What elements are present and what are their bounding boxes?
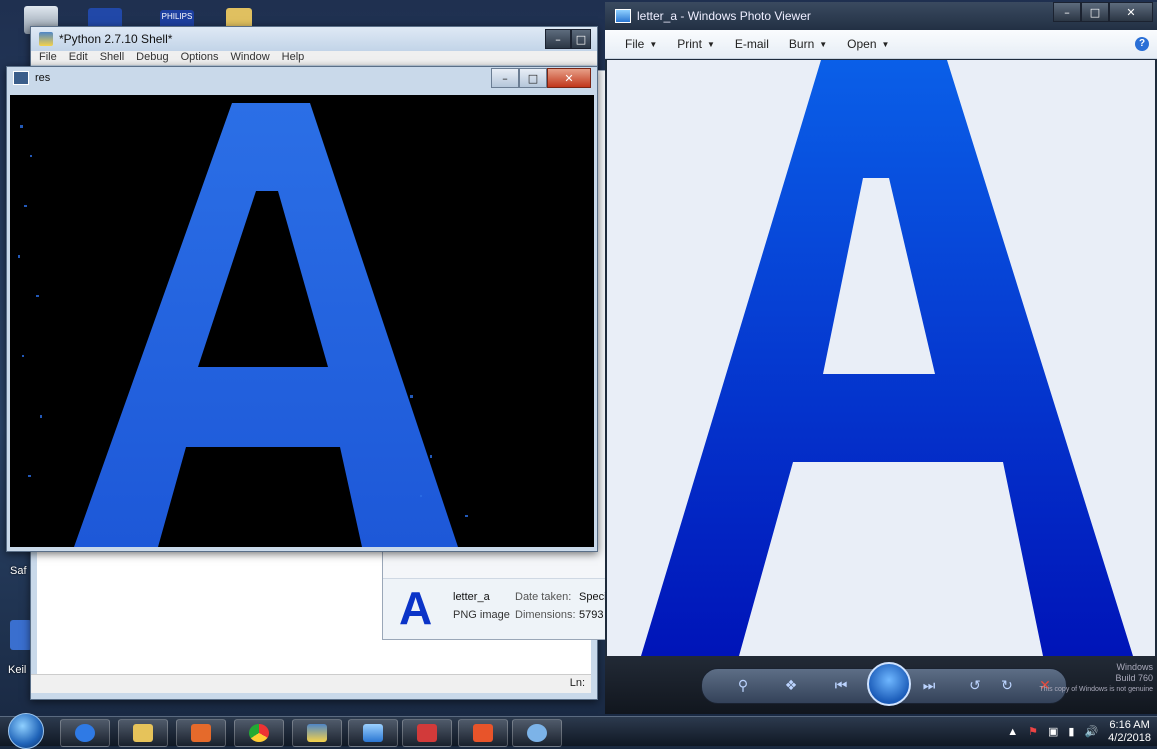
help-icon[interactable]: ?	[1135, 37, 1149, 51]
photo-viewer-window[interactable]: letter_a - Windows Photo Viewer – □ ✕ Fi…	[605, 2, 1157, 714]
viewer-print-menu[interactable]: Print ▼	[677, 37, 715, 51]
clock[interactable]: 6:16 AM 4/2/2018	[1108, 719, 1151, 745]
viewer-print-label: Print	[677, 37, 702, 51]
viewer-open-menu[interactable]: Open ▼	[847, 37, 889, 51]
viewer-minimize-button[interactable]: –	[1053, 2, 1081, 22]
viewer-file-label: File	[625, 37, 645, 51]
viewer-navigation-bar: ⚲ ❖ ⏮ ⏭ ↺ ↻ ✕ Windows Build 760 This cop…	[605, 656, 1157, 714]
viewer-image-area	[607, 60, 1155, 656]
res-window-icon	[13, 71, 29, 85]
taskbar-chrome[interactable]	[234, 719, 284, 747]
shell-menu-help[interactable]: Help	[282, 51, 305, 65]
details-pane: A letter_a PNG image Date taken: Specif …	[383, 578, 623, 639]
photo-viewer-icon	[615, 9, 631, 23]
watermark-line-1: Windows	[1116, 662, 1153, 672]
taskbar-paint[interactable]	[512, 719, 562, 747]
folder-icon	[133, 724, 153, 742]
letter-a-image	[641, 60, 1133, 656]
philips-label: PHILIPS	[161, 12, 193, 21]
shell-menu-shell[interactable]: Shell	[100, 51, 124, 65]
shell-minimize-button[interactable]: –	[545, 29, 571, 49]
activation-watermark: Windows Build 760 This copy of Windows i…	[1039, 662, 1153, 695]
viewer-command-bar: File ▼ Print ▼ E-mail Burn ▼ Open ▼ ?	[605, 30, 1157, 59]
shell-menu-edit[interactable]: Edit	[69, 51, 88, 65]
snipping-tool-icon	[417, 724, 437, 742]
media-player-icon	[191, 724, 211, 742]
shell-menu-file[interactable]: File	[39, 51, 57, 65]
desktop-label-keil[interactable]: Keil	[8, 664, 26, 676]
chevron-down-icon: ▼	[649, 39, 658, 49]
taskbar-ie[interactable]	[60, 719, 110, 747]
detected-letter-a	[18, 103, 468, 547]
viewer-open-label: Open	[847, 37, 877, 51]
details-file-name: letter_a	[453, 591, 490, 603]
taskbar: ▲ ⚑ ▣ ▮ 🔊 6:16 AM 4/2/2018	[0, 713, 1157, 749]
viewer-burn-menu[interactable]: Burn ▼	[789, 37, 827, 51]
details-file-type: PNG image	[453, 609, 510, 621]
clock-time: 6:16 AM	[1109, 718, 1150, 731]
chevron-down-icon: ▼	[706, 39, 715, 49]
viewer-maximize-button[interactable]: □	[1081, 2, 1109, 22]
chevron-down-icon: ▼	[881, 39, 890, 49]
zoom-icon[interactable]: ⚲	[733, 676, 753, 696]
clock-date: 4/2/2018	[1108, 731, 1151, 744]
taskbar-media[interactable]	[176, 719, 226, 747]
shell-menu-window[interactable]: Window	[231, 51, 270, 65]
shell-title-bar[interactable]: *Python 2.7.10 Shell*	[31, 27, 597, 51]
res-window[interactable]: res – □ ✕	[6, 66, 598, 552]
png-file-icon: A	[399, 582, 433, 634]
device-icon[interactable]: ▣	[1048, 725, 1058, 738]
internet-explorer-icon	[75, 724, 95, 742]
actual-size-icon[interactable]: ❖	[781, 676, 801, 696]
previous-icon[interactable]: ⏮	[831, 676, 851, 696]
paint-icon	[527, 724, 547, 742]
viewer-email-label: E-mail	[734, 37, 769, 51]
taskbar-snipping[interactable]	[402, 719, 452, 747]
python-icon	[307, 724, 327, 742]
res-minimize-button[interactable]: –	[491, 68, 519, 88]
next-icon[interactable]: ⏭	[919, 676, 939, 696]
viewer-title: letter_a - Windows Photo Viewer	[637, 9, 811, 23]
res-close-button[interactable]: ✕	[547, 68, 591, 88]
taskbar-presenter[interactable]	[458, 719, 508, 747]
chevron-down-icon: ▼	[819, 39, 828, 49]
network-icon[interactable]: ▮	[1068, 725, 1074, 738]
shell-title: *Python 2.7.10 Shell*	[59, 32, 173, 46]
photo-viewer-icon	[363, 724, 383, 742]
taskbar-python[interactable]	[292, 719, 342, 747]
details-date-label: Date taken:	[515, 591, 572, 603]
shell-status-text: Ln:	[569, 677, 585, 689]
system-tray: ▲ ⚑ ▣ ▮ 🔊 6:16 AM 4/2/2018	[1007, 717, 1151, 746]
python-shell-icon	[39, 32, 53, 46]
presenter-icon	[473, 724, 493, 742]
chrome-icon	[249, 724, 269, 742]
taskbar-photo-viewer[interactable]	[348, 719, 398, 747]
viewer-close-button[interactable]: ✕	[1109, 2, 1153, 22]
shell-menubar: File Edit Shell Debug Options Window Hel…	[31, 51, 597, 65]
action-center-icon[interactable]: ⚑	[1028, 725, 1038, 738]
desktop-label-saf[interactable]: Saf	[10, 565, 27, 577]
viewer-file-menu[interactable]: File ▼	[625, 37, 657, 51]
taskbar-explorer[interactable]	[118, 719, 168, 747]
viewer-email-button[interactable]: E-mail	[735, 37, 769, 51]
keil-icon[interactable]	[10, 620, 32, 650]
shell-maximize-button[interactable]: □	[571, 29, 591, 49]
slideshow-button[interactable]	[867, 662, 911, 706]
shell-menu-debug[interactable]: Debug	[136, 51, 168, 65]
shell-menu-options[interactable]: Options	[181, 51, 219, 65]
watermark-line-2: Build 760	[1115, 673, 1153, 683]
details-dimensions-label: Dimensions:	[515, 609, 576, 621]
viewer-burn-label: Burn	[788, 37, 815, 51]
camera-result-image	[10, 95, 594, 547]
res-title: res	[35, 72, 51, 84]
volume-icon[interactable]: 🔊	[1084, 725, 1098, 738]
shell-status-bar: Ln:	[31, 674, 591, 693]
start-button[interactable]	[8, 713, 44, 749]
rotate-clockwise-icon[interactable]: ↻	[997, 676, 1017, 696]
show-hidden-icons-icon[interactable]: ▲	[1007, 726, 1018, 738]
res-maximize-button[interactable]: □	[519, 68, 547, 88]
watermark-line-3: This copy of Windows is not genuine	[1039, 686, 1153, 693]
rotate-counterclockwise-icon[interactable]: ↺	[965, 676, 985, 696]
